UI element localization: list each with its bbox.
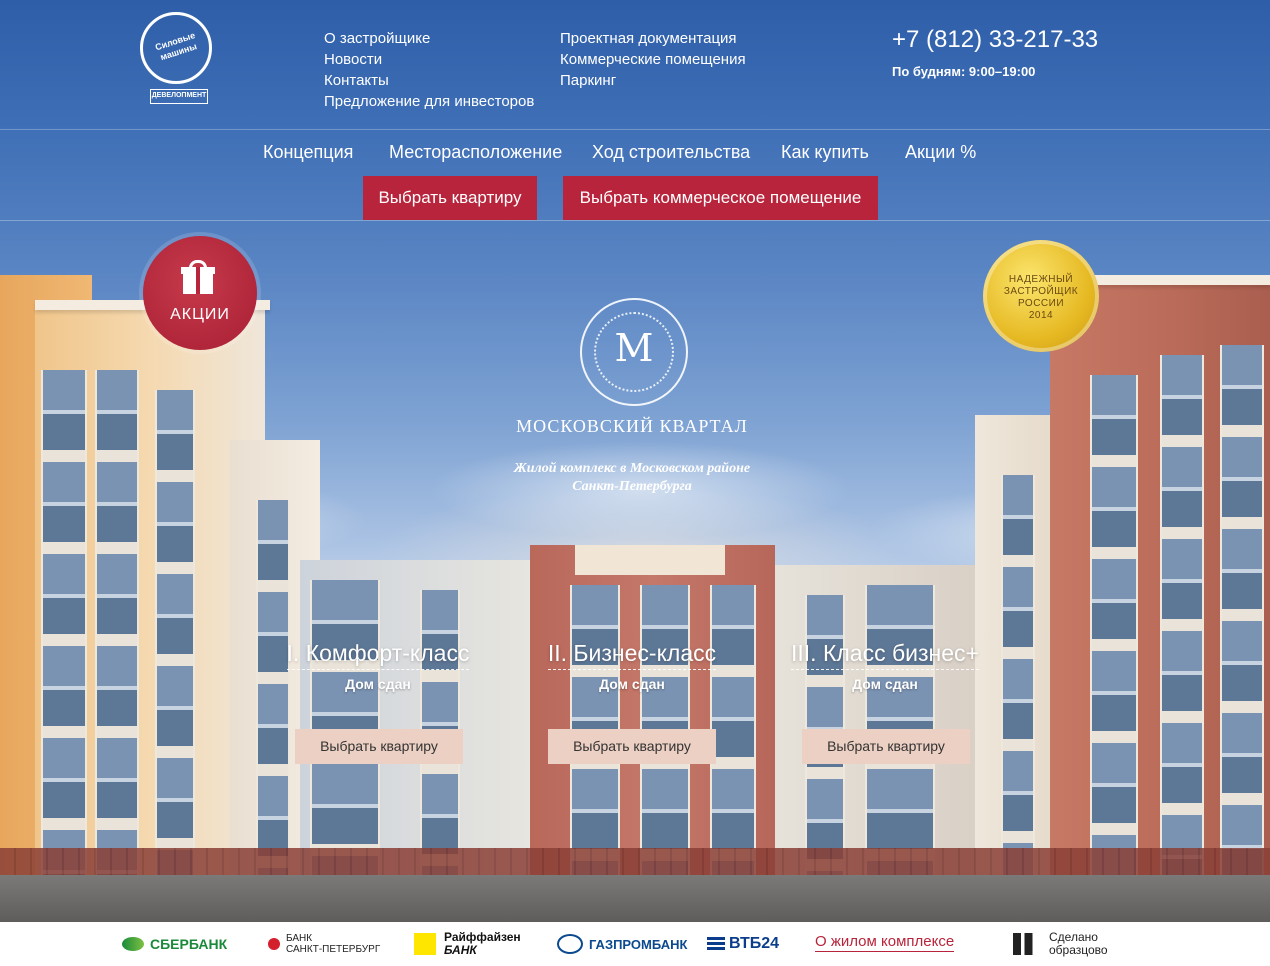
- working-hours: По будням: 9:00–19:00: [892, 64, 1036, 79]
- main-nav-links: Концепция Месторасположение Ход строител…: [0, 142, 1270, 166]
- top-nav-column-1: О застройщике Новости Контакты Предложен…: [324, 28, 534, 112]
- made-by-credit[interactable]: Сделано образцово: [1013, 922, 1108, 966]
- nav-concept[interactable]: Концепция: [263, 142, 353, 163]
- choose-apartment-business-plus-button[interactable]: Выбрать квартиру: [802, 729, 970, 764]
- sberbank-logo-icon: [122, 937, 144, 951]
- nav-link-news[interactable]: Новости: [324, 49, 534, 70]
- nav-location[interactable]: Месторасположение: [389, 142, 562, 163]
- class-status: Дом сдан: [852, 676, 918, 692]
- partner-raiffeisen[interactable]: Райффайзен БАНК: [414, 922, 521, 966]
- nav-link-contacts[interactable]: Контакты: [324, 70, 534, 91]
- promotions-badge[interactable]: АКЦИИ: [143, 236, 257, 350]
- gazprombank-logo-icon: [557, 934, 583, 954]
- class-title[interactable]: III. Класс бизнес+: [791, 640, 979, 670]
- choose-apartment-business-button[interactable]: Выбрать квартиру: [548, 729, 716, 764]
- partner-gazprombank[interactable]: ГАЗПРОМБАНК: [557, 922, 687, 966]
- tagline-line-1: Жилой комплекс в Московском районе: [513, 461, 751, 476]
- about-complex-link[interactable]: О жилом комплексе: [815, 932, 955, 952]
- vtb-logo-icon: [707, 937, 725, 951]
- nav-link-developer[interactable]: О застройщике: [324, 28, 534, 49]
- nav-link-investors[interactable]: Предложение для инвесторов: [324, 91, 534, 112]
- class-business: II. Бизнес-класс Дом сдан: [512, 640, 752, 692]
- bspb-logo-icon: [268, 938, 280, 950]
- nav-link-commercial[interactable]: Коммерческие помещения: [560, 49, 746, 70]
- class-status: Дом сдан: [599, 676, 665, 692]
- studio-logo-icon: [1013, 933, 1039, 955]
- nav-construction[interactable]: Ход строительства: [592, 142, 750, 163]
- award-badge: НАДЕЖНЫЙ ЗАСТРОЙЩИК РОССИИ 2014: [983, 240, 1099, 352]
- partner-name: Райффайзен БАНК: [444, 930, 521, 957]
- award-line-2: ЗАСТРОЙЩИК: [1003, 286, 1079, 297]
- partners-footer: СБЕРБАНК БАНК САНКТ-ПЕТЕРБУРГ Райффайзен…: [0, 922, 1270, 966]
- choose-commercial-button[interactable]: Выбрать коммерческое помещение: [563, 176, 878, 220]
- award-text: НАДЕЖНЫЙ ЗАСТРОЙЩИК РОССИИ 2014: [983, 274, 1099, 322]
- phone-number[interactable]: +7 (812) 33-217-33: [892, 26, 1098, 54]
- award-line-3: РОССИИ: [1017, 298, 1065, 309]
- award-line-1: НАДЕЖНЫЙ: [1008, 274, 1074, 285]
- building-center-top: [575, 545, 725, 575]
- ground: [0, 875, 1270, 922]
- partner-name: БАНК САНКТ-ПЕТЕРБУРГ: [286, 933, 381, 955]
- promotions-label: АКЦИИ: [170, 306, 230, 323]
- complex-emblem: М: [580, 298, 688, 406]
- building-right: [1050, 275, 1270, 922]
- tagline-line-2: Санкт-Петербурга: [572, 479, 692, 494]
- complex-name: МОСКОВСКИЙ КВАРТАЛ: [516, 416, 748, 436]
- developer-logo[interactable]: Силовые машины ДЕВЕЛОПМЕНТ: [136, 12, 216, 104]
- raiffeisen-logo-icon: [414, 933, 436, 955]
- class-status: Дом сдан: [345, 676, 411, 692]
- nav-promotions[interactable]: Акции %: [905, 142, 976, 163]
- nav-link-documentation[interactable]: Проектная документация: [560, 28, 746, 49]
- emblem-letter: М: [614, 326, 654, 370]
- logo-subtitle: ДЕВЕЛОПМЕНТ: [150, 89, 208, 104]
- top-nav-column-2: Проектная документация Коммерческие поме…: [560, 28, 746, 91]
- complex-tagline: Жилой комплекс в Московском районе Санкт…: [470, 460, 794, 496]
- partner-name: ВТБ24: [729, 935, 780, 952]
- award-line-4: 2014: [1028, 310, 1054, 321]
- site-header: Силовые машины ДЕВЕЛОПМЕНТ О застройщике…: [0, 0, 1270, 130]
- partner-name: ГАЗПРОМБАНК: [589, 936, 688, 952]
- partner-bspb[interactable]: БАНК САНКТ-ПЕТЕРБУРГ: [268, 922, 380, 966]
- class-comfort: I. Комфорт-класс Дом сдан: [258, 640, 498, 692]
- class-title[interactable]: II. Бизнес-класс: [547, 640, 717, 670]
- class-business-plus: III. Класс бизнес+ Дом сдан: [765, 640, 1005, 692]
- partner-sberbank[interactable]: СБЕРБАНК: [122, 922, 227, 966]
- choose-apartment-comfort-button[interactable]: Выбрать квартиру: [295, 729, 463, 764]
- gift-icon: [181, 260, 215, 294]
- studio-name: Сделано образцово: [1049, 930, 1108, 957]
- partner-vtb24[interactable]: ВТБ24: [707, 922, 779, 966]
- partner-name: СБЕРБАНК: [150, 936, 228, 952]
- choose-apartment-button[interactable]: Выбрать квартиру: [363, 176, 537, 220]
- nav-how-to-buy[interactable]: Как купить: [781, 142, 869, 163]
- nav-link-parking[interactable]: Паркинг: [560, 70, 746, 91]
- class-title[interactable]: I. Комфорт-класс: [286, 640, 470, 670]
